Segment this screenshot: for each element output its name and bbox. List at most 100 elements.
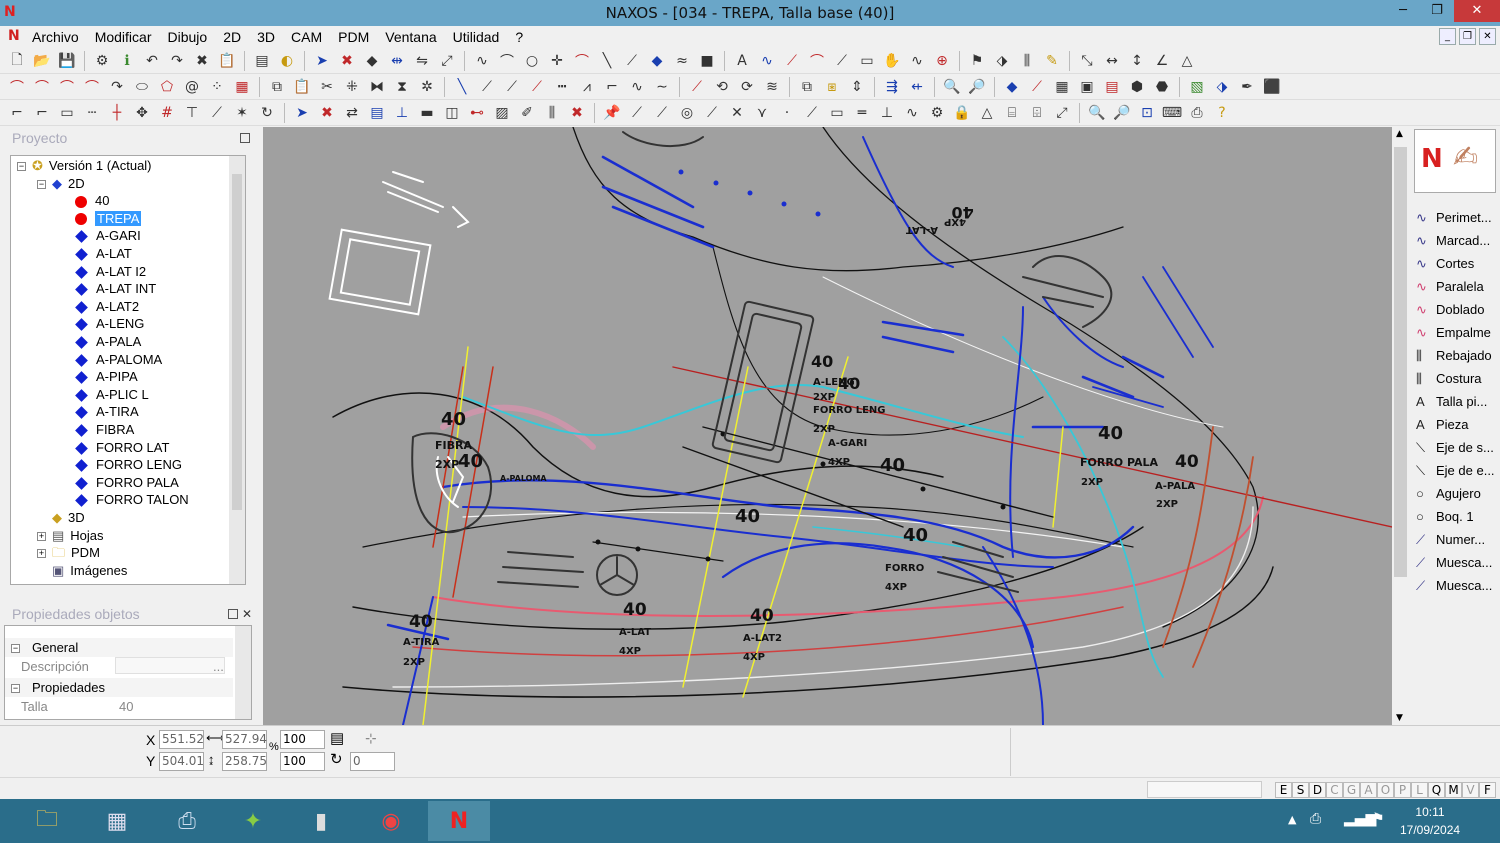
arc-angle-icon[interactable]: ↷ <box>106 76 128 98</box>
polyline-icon[interactable]: ⟋ <box>621 50 643 72</box>
tree-item-a-lat[interactable]: A-LAT <box>75 245 132 262</box>
canvas-scrollbar[interactable]: ▲ ▼ <box>1392 127 1409 725</box>
erase-icon[interactable]: ✖ <box>336 50 358 72</box>
tree-item-40[interactable]: 40 <box>75 192 109 209</box>
tool-item-16[interactable]: ⟋ Muesca... <box>1416 552 1500 574</box>
copy-icon[interactable]: ⧉ <box>266 76 288 98</box>
sew-icon[interactable]: ∿ <box>906 50 928 72</box>
flag-icon[interactable]: ⚑ <box>1372 811 1385 827</box>
tool-item-2[interactable]: ∿ Marcad... <box>1416 230 1500 252</box>
menu-ventana[interactable]: Ventana <box>385 29 436 45</box>
split-view-icon[interactable]: ◫ <box>441 102 463 124</box>
image-icon[interactable]: ▧ <box>1186 76 1208 98</box>
diag-icon[interactable]: ⟋ <box>701 102 723 124</box>
tri-icon[interactable]: △ <box>976 102 998 124</box>
highlight-icon[interactable]: ✎ <box>1041 50 1063 72</box>
dots-icon[interactable]: ⁘ <box>206 76 228 98</box>
columns-icon[interactable]: ⫼ <box>541 102 563 124</box>
tool-item-9[interactable]: A Talla pi... <box>1416 391 1500 413</box>
pan-icon[interactable]: ✥ <box>131 102 153 124</box>
curve2-icon[interactable]: ∿ <box>901 102 923 124</box>
scale-y-field[interactable]: 100 <box>280 752 325 771</box>
rectangle-icon[interactable]: ▭ <box>856 50 878 72</box>
zoom-prev-icon[interactable]: 🔎 <box>1111 102 1133 124</box>
menu-help[interactable]: ? <box>515 29 523 45</box>
sheet-icon[interactable]: ▤ <box>366 102 388 124</box>
tool-item-3[interactable]: ∿ Cortes <box>1416 253 1500 275</box>
tool-item-14[interactable]: ○ Boq. 1 <box>1416 506 1500 528</box>
tree-item-a-tira[interactable]: A-TIRA <box>75 403 139 420</box>
group-icon[interactable]: ⧉ <box>796 76 818 98</box>
smooth-icon[interactable]: ≋ <box>761 76 783 98</box>
box-icon[interactable]: ▭ <box>56 102 78 124</box>
lock-icon[interactable]: 🔒 <box>951 102 973 124</box>
rotation-field[interactable]: 0 <box>350 752 395 771</box>
tree-item-forro-talon[interactable]: FORRO TALON <box>75 491 189 508</box>
zigzag-icon[interactable]: ⩘ <box>576 76 598 98</box>
mirror-icon[interactable]: ⇋ <box>411 50 433 72</box>
mode-toggle-o[interactable]: O <box>1377 782 1394 798</box>
y-coord-field[interactable]: 504.01 <box>159 752 204 771</box>
square-icon[interactable]: ■ <box>696 50 718 72</box>
tree-item-a-paloma[interactable]: A-PALOMA <box>75 351 162 368</box>
line-2p-icon[interactable]: ╲ <box>451 76 473 98</box>
tool-item-15[interactable]: ⟋ Numer... <box>1416 529 1500 551</box>
spline-icon[interactable]: ∿ <box>471 50 493 72</box>
save-icon[interactable]: 💾 <box>56 50 78 72</box>
array-icon[interactable]: ⁜ <box>341 76 363 98</box>
tree-item-a-lat2[interactable]: A-LAT2 <box>75 298 139 315</box>
tree-item-forro-pala[interactable]: FORRO PALA <box>75 474 179 491</box>
expand-icon[interactable]: ⤢ <box>1051 102 1073 124</box>
rotate-icon[interactable]: ↻ <box>330 750 343 768</box>
explode-icon[interactable]: ✲ <box>416 76 438 98</box>
cut-marker-icon[interactable]: ⟋ <box>1026 76 1048 98</box>
dotted-line-icon[interactable]: ┄ <box>81 102 103 124</box>
scale-x-field[interactable]: 100 <box>280 730 325 749</box>
window-icon[interactable]: ▣ <box>1076 76 1098 98</box>
diamond-icon[interactable]: ◆ <box>361 50 383 72</box>
cube3d-icon[interactable]: ⬗ <box>1211 76 1233 98</box>
frame-icon[interactable]: ⌸ <box>1001 102 1023 124</box>
properties-scrollbar[interactable] <box>235 626 251 719</box>
cancel-icon[interactable]: ✖ <box>566 102 588 124</box>
export-icon[interactable]: ⇶ <box>881 76 903 98</box>
swap-icon[interactable]: ⇄ <box>341 102 363 124</box>
minimize-button[interactable]: ─ <box>1386 0 1420 22</box>
pattern-icon[interactable]: ⚑ <box>966 50 988 72</box>
hatch-icon[interactable]: ▨ <box>491 102 513 124</box>
tree-item-forro-lat[interactable]: FORRO LAT <box>75 439 169 456</box>
tool-item-4[interactable]: ∿ Paralela <box>1416 276 1500 298</box>
flip-v-icon[interactable]: ⧗ <box>391 76 413 98</box>
tree-item-a-pala[interactable]: A-PALA <box>75 333 141 350</box>
scroll-up-icon[interactable]: ▲ <box>1396 129 1403 139</box>
tool-item-10[interactable]: A Pieza <box>1416 414 1500 436</box>
move-icon[interactable]: ➤ <box>311 50 333 72</box>
punch-icon[interactable]: ⊕ <box>931 50 953 72</box>
settings-icon[interactable]: ⚙ <box>91 50 113 72</box>
notch-icon[interactable]: # <box>156 102 178 124</box>
mode-toggle-m[interactable]: M <box>1445 782 1462 798</box>
shape-icon[interactable]: ⬛ <box>1261 76 1283 98</box>
send-icon[interactable]: ➤ <box>291 102 313 124</box>
x-icon[interactable]: ✕ <box>726 102 748 124</box>
cut-icon[interactable]: ✂ <box>316 76 338 98</box>
keyboard-icon[interactable]: ⌨ <box>1161 102 1183 124</box>
star-icon[interactable]: ✶ <box>231 102 253 124</box>
line-icon[interactable]: ╲ <box>596 50 618 72</box>
bar-icon[interactable]: ▬ <box>416 102 438 124</box>
offset-curve-icon[interactable]: ∿ <box>756 50 778 72</box>
fork-icon[interactable]: ⋎ <box>751 102 773 124</box>
tool-item-5[interactable]: ∿ Doblado <box>1416 299 1500 321</box>
bucket-icon[interactable]: ⬣ <box>1151 76 1173 98</box>
prop-row-talla[interactable]: Talla 40 <box>5 697 233 716</box>
tree-item-a-lat-int[interactable]: A-LAT INT <box>75 280 156 297</box>
group-general[interactable]: − General <box>5 638 233 657</box>
slash2-icon[interactable]: ⟋ <box>651 102 673 124</box>
width-field[interactable]: 527.94 <box>222 730 267 749</box>
target-icon[interactable]: ◎ <box>676 102 698 124</box>
tree-item-im-genes[interactable]: ▣ Imágenes <box>37 562 127 579</box>
align-icon[interactable]: ▤ <box>330 729 344 747</box>
close-button[interactable]: ✕ <box>1454 0 1500 22</box>
table-icon[interactable]: ▦ <box>1051 76 1073 98</box>
refresh-icon[interactable]: ↻ <box>256 102 278 124</box>
